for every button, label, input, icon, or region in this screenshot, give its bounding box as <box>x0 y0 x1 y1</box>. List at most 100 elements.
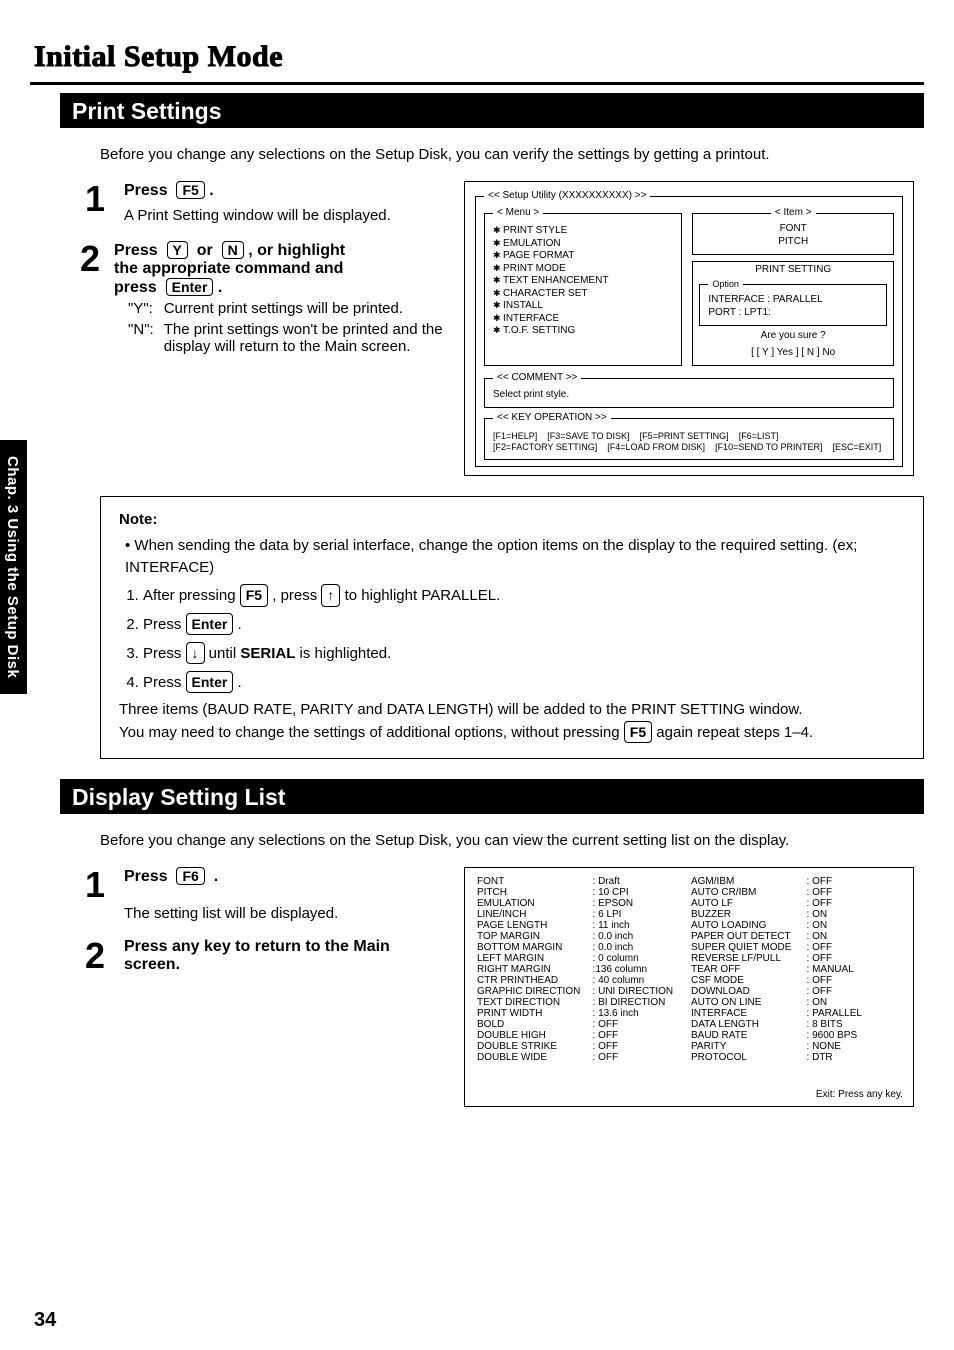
note-li: Press Enter . <box>143 671 905 694</box>
section-intro: Before you change any selections on the … <box>100 832 924 849</box>
item-line: PITCH <box>701 236 885 249</box>
menu-item: CHARACTER SET <box>493 288 673 301</box>
key-f6: F6 <box>176 867 204 885</box>
key-enter: Enter <box>186 613 234 635</box>
section-title: Print Settings <box>60 93 924 128</box>
table-row: RIGHT MARGIN:136 columnTEAR OFF: MANUAL <box>475 964 903 975</box>
comment-text: Select print style. <box>493 389 885 402</box>
section-bar-print-settings: Print Settings <box>60 93 924 128</box>
key-op: [F5=PRINT SETTING] <box>640 431 729 442</box>
table-row: PRINT WIDTH: 13.6 inchINTERFACE: PARALLE… <box>475 1008 903 1019</box>
note-label: Note: <box>119 509 905 531</box>
step-number: 2 <box>80 241 100 358</box>
step-number: 2 <box>80 938 110 974</box>
note-tail: You may need to change the settings of a… <box>119 721 905 744</box>
key-op: [F3=SAVE TO DISK] <box>547 431 629 442</box>
t: press <box>114 279 157 296</box>
key-enter: Enter <box>186 671 234 693</box>
t: Press <box>114 242 158 259</box>
screen-title: << Setup Utility (XXXXXXXXXX) >> <box>484 190 650 203</box>
key-op: [F4=LOAD FROM DISK] <box>607 442 705 453</box>
t: Press <box>124 868 168 885</box>
step-1: 1 Press F5 . A Print Setting window will… <box>80 181 450 226</box>
step-body: The setting list will be displayed. <box>124 904 338 924</box>
key-op: [F6=LIST] <box>739 431 779 442</box>
menu-item: PAGE FORMAT <box>493 250 673 263</box>
key-f5: F5 <box>624 721 652 743</box>
table-row: DOUBLE STRIKE: OFFPARITY: NONE <box>475 1041 903 1052</box>
menu-item: T.O.F. SETTING <box>493 325 673 338</box>
key-f5: F5 <box>240 584 268 606</box>
yn-options: [ [ Y ] Yes ] [ N ] No <box>699 347 887 360</box>
table-row: BOTTOM MARGIN: 0.0 inchSUPER QUIET MODE:… <box>475 942 903 953</box>
page-number: 34 <box>34 1309 56 1332</box>
t: the appropriate command and <box>114 260 343 277</box>
y-label: "Y": <box>124 299 158 318</box>
opt-line: INTERFACE : PARALLEL <box>708 294 878 307</box>
yn-table: "Y": Current print settings will be prin… <box>122 297 450 358</box>
print-setting-title: PRINT SETTING <box>699 264 887 277</box>
key-up-arrow: ↑ <box>321 584 340 606</box>
key-enter: Enter <box>166 278 214 296</box>
note-li: Press Enter . <box>143 613 905 636</box>
menu-item: INSTALL <box>493 300 673 313</box>
menu-legend: < Menu > <box>493 207 543 220</box>
side-tab: Chap. 3 Using the Setup Disk <box>0 440 27 694</box>
note-tail: Three items (BAUD RATE, PARITY and DATA … <box>119 699 905 721</box>
keyop-legend: << KEY OPERATION >> <box>493 412 611 425</box>
t: , or highlight <box>248 242 345 259</box>
step-body: A Print Setting window will be displayed… <box>124 206 391 226</box>
item-line: FONT <box>701 223 885 236</box>
rule <box>30 82 924 85</box>
key-op: [F2=FACTORY SETTING] <box>493 442 597 453</box>
key-n: N <box>222 241 244 259</box>
comment-legend: << COMMENT >> <box>493 372 581 385</box>
section-title: Display Setting List <box>60 779 924 814</box>
table-row: FONT: DraftAGM/IBM: OFF <box>475 876 903 887</box>
option-legend: Option <box>708 279 743 290</box>
menu-item: TEXT ENHANCEMENT <box>493 275 673 288</box>
table-row: GRAPHIC DIRECTION: UNI DIRECTIONDOWNLOAD… <box>475 986 903 997</box>
table-row: BOLD: OFFDATA LENGTH: 8 BITS <box>475 1019 903 1030</box>
note-li: Press ↓ until SERIAL is highlighted. <box>143 642 905 665</box>
key-op: [F10=SEND TO PRINTER] <box>715 442 822 453</box>
key-f5: F5 <box>176 181 204 199</box>
table-row: DOUBLE HIGH: OFFBAUD RATE: 9600 BPS <box>475 1030 903 1041</box>
table-row: TOP MARGIN: 0.0 inchPAPER OUT DETECT: ON <box>475 931 903 942</box>
key-op: [ESC=EXIT] <box>833 442 882 453</box>
step-number: 1 <box>80 181 110 226</box>
menu-item: PRINT MODE <box>493 263 673 276</box>
step-text: Press <box>124 182 168 199</box>
menu-item: EMULATION <box>493 238 673 251</box>
step-number: 1 <box>80 867 110 924</box>
table-row: PAGE LENGTH: 11 inchAUTO LOADING: ON <box>475 920 903 931</box>
item-legend: < Item > <box>771 207 816 220</box>
section-bar-display-setting-list: Display Setting List <box>60 779 924 814</box>
menu-item: INTERFACE <box>493 313 673 326</box>
table-row: DOUBLE WIDE: OFFPROTOCOL: DTR <box>475 1052 903 1063</box>
step-2: 2 Press any key to return to the Main sc… <box>80 938 450 974</box>
note-bullet: When sending the data by serial interfac… <box>125 537 857 576</box>
setting-list-screen: FONT: DraftAGM/IBM: OFFPITCH: 10 CPIAUTO… <box>464 867 914 1107</box>
setup-utility-screen: << Setup Utility (XXXXXXXXXX) >> < Menu … <box>464 181 914 476</box>
confirm-text: Are you sure ? <box>699 330 887 343</box>
key-op: [F1=HELP] <box>493 431 537 442</box>
step-1: 1 Press F6 . The setting list will be di… <box>80 867 450 924</box>
page-title: Initial Setup Mode <box>34 40 924 74</box>
key-y: Y <box>167 241 188 259</box>
step-2: 2 Press Y or N , or highlight the approp… <box>80 241 450 358</box>
opt-line: PORT : LPT1: <box>708 307 878 320</box>
section-intro: Before you change any selections on the … <box>100 146 924 163</box>
menu-item: PRINT STYLE <box>493 225 673 238</box>
y-text: Current print settings will be printed. <box>160 299 448 318</box>
step-text: Press any key to return to the Main scre… <box>124 938 450 974</box>
n-label: "N": <box>124 320 158 356</box>
note-box: Note: • When sending the data by serial … <box>100 496 924 759</box>
table-row: PITCH: 10 CPIAUTO CR/IBM: OFF <box>475 887 903 898</box>
key-down-arrow: ↓ <box>186 642 205 664</box>
table-row: TEXT DIRECTION: BI DIRECTIONAUTO ON LINE… <box>475 997 903 1008</box>
t: or <box>197 242 213 259</box>
table-row: LEFT MARGIN: 0 columnREVERSE LF/PULL: OF… <box>475 953 903 964</box>
note-li: After pressing F5 , press ↑ to highlight… <box>143 584 905 607</box>
table-row: LINE/INCH: 6 LPIBUZZER: ON <box>475 909 903 920</box>
